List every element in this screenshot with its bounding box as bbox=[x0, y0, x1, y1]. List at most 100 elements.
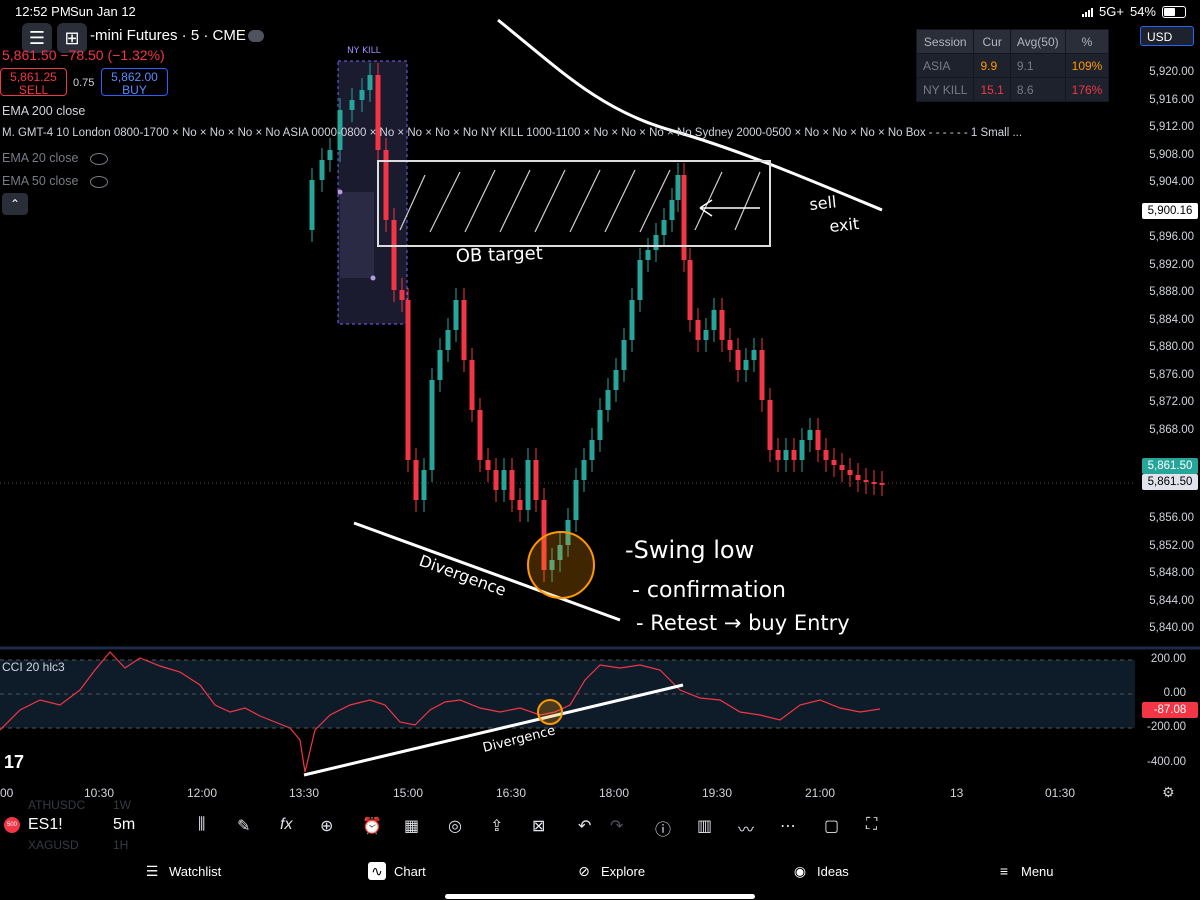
more-icon[interactable]: ⋯ bbox=[780, 816, 796, 840]
price-tick: 5,848.00 bbox=[1149, 567, 1194, 579]
indicator-ema50[interactable]: EMA 50 close bbox=[2, 174, 78, 188]
cci-divergence-annotation: Divergence bbox=[481, 723, 557, 755]
candle-body bbox=[359, 90, 365, 100]
exit-annotation: exit bbox=[828, 214, 860, 236]
table-header: Avg(50) bbox=[1009, 29, 1066, 54]
more-options-icon[interactable] bbox=[248, 30, 264, 42]
indicators-fx-icon[interactable]: fx bbox=[280, 816, 292, 840]
layout-grid-icon[interactable]: ▦ bbox=[404, 816, 419, 840]
marked-price-tag: 5,900.16 bbox=[1142, 203, 1198, 219]
candle-body bbox=[327, 150, 333, 160]
session-avg: 9.1 bbox=[1009, 53, 1066, 78]
ob-target-zone[interactable] bbox=[377, 160, 771, 247]
candle-body bbox=[871, 482, 877, 484]
tab-ideas[interactable]: ◉ Ideas bbox=[791, 856, 849, 886]
candle-body bbox=[629, 300, 635, 340]
candle-body bbox=[653, 235, 659, 250]
cci-indicator-label[interactable]: CCI 20 hlc3 bbox=[2, 660, 65, 674]
candle-body bbox=[517, 500, 523, 510]
candle-body bbox=[847, 470, 853, 475]
session-stats-table: Session Cur Avg(50) % ASIA 9.9 9.1 109% … bbox=[915, 29, 1110, 102]
time-tick: 13:30 bbox=[289, 786, 320, 800]
session-name: ASIA bbox=[915, 53, 975, 78]
cci-tick: -400.00 bbox=[1146, 756, 1186, 768]
buy-label: BUY bbox=[122, 83, 147, 97]
candles-icon[interactable]: ⫼ bbox=[198, 816, 205, 840]
session-pct: 176% bbox=[1064, 77, 1110, 102]
cci-value-tag: -87.08 bbox=[1142, 702, 1198, 718]
candle-body bbox=[533, 460, 539, 500]
sell-button[interactable]: 5,861.25 SELL bbox=[0, 68, 67, 97]
redo-icon[interactable]: ↷ bbox=[610, 816, 623, 840]
fullscreen-icon[interactable]: ⛶ bbox=[866, 816, 877, 840]
time-tick: 15:00 bbox=[393, 786, 424, 800]
ob-target-annotation: OB target bbox=[455, 243, 543, 267]
info-icon[interactable]: ⓘ bbox=[655, 816, 671, 840]
hidden-eye-icon[interactable] bbox=[90, 153, 108, 165]
alert-clock-icon[interactable]: ⏰ bbox=[362, 816, 382, 840]
indicator-ema200[interactable]: EMA 200 close bbox=[2, 104, 85, 118]
price-tick: 5,880.00 bbox=[1149, 341, 1194, 353]
candle-body bbox=[855, 475, 861, 480]
candle-body bbox=[477, 410, 483, 460]
sell-annotation: sell bbox=[808, 192, 837, 214]
collapse-legend-button[interactable]: ⌃ bbox=[2, 193, 28, 215]
price-change: 5,861.50 −78.50 (−1.32%) bbox=[2, 47, 165, 63]
candle-body bbox=[727, 340, 733, 350]
signal-icon bbox=[1082, 7, 1094, 17]
session-name: NY KILL bbox=[915, 77, 975, 102]
square-select-icon[interactable]: ▢ bbox=[824, 816, 839, 840]
candle-body bbox=[429, 380, 435, 470]
candle-body bbox=[589, 440, 595, 460]
time-tick: 21:00 bbox=[805, 786, 836, 800]
tab-label: Ideas bbox=[817, 863, 849, 879]
share-icon[interactable]: ⇪ bbox=[490, 816, 503, 840]
candle-body bbox=[831, 460, 837, 465]
price-tick: 5,872.00 bbox=[1149, 396, 1194, 408]
time-tick: 10:30 bbox=[84, 786, 115, 800]
candle-body bbox=[767, 400, 773, 450]
table-header: Session bbox=[915, 29, 975, 54]
candle-body bbox=[807, 430, 813, 440]
table-header: Cur bbox=[973, 29, 1011, 54]
time-tick: 19:30 bbox=[702, 786, 733, 800]
indicator-ema20[interactable]: EMA 20 close bbox=[2, 151, 78, 165]
candle-body bbox=[735, 350, 741, 370]
bar-chart-icon[interactable]: ▥ bbox=[697, 816, 712, 840]
tab-menu[interactable]: ≡ Menu bbox=[995, 856, 1054, 886]
candle-body bbox=[661, 220, 667, 235]
price-tick: 5,904.00 bbox=[1149, 176, 1194, 188]
time-tick: 16:30 bbox=[496, 786, 527, 800]
hidden-eye-icon[interactable] bbox=[90, 176, 108, 188]
candle-body bbox=[675, 175, 681, 200]
currency-select[interactable]: USD bbox=[1140, 26, 1194, 46]
add-icon[interactable]: ⊕ bbox=[320, 816, 333, 840]
compare-wave-icon[interactable]: 〰 bbox=[738, 816, 754, 840]
tab-explore[interactable]: ⊘ Explore bbox=[575, 856, 645, 886]
candle-body bbox=[613, 370, 619, 390]
undo-icon[interactable]: ↶ bbox=[578, 816, 591, 840]
price-tick: 5,892.00 bbox=[1149, 259, 1194, 271]
tab-watchlist[interactable]: ☰ Watchlist bbox=[143, 856, 222, 886]
candle-body bbox=[711, 310, 717, 330]
settings-icon[interactable]: ⚙ bbox=[1162, 784, 1175, 801]
draw-pencil-icon[interactable]: ✎ bbox=[237, 816, 250, 840]
tab-chart[interactable]: ∿ Chart bbox=[368, 856, 426, 886]
symbol-title[interactable]: -mini Futures · 5 · CME bbox=[90, 27, 246, 44]
confirmation-note: - confirmation bbox=[632, 578, 786, 603]
idea-bulb-icon[interactable]: ◎ bbox=[448, 816, 462, 840]
price-tick: 5,912.00 bbox=[1149, 121, 1194, 133]
candle-body bbox=[703, 330, 709, 340]
candle-body bbox=[573, 480, 579, 520]
status-date: Sun Jan 12 bbox=[70, 4, 136, 19]
swing-low-note: -Swing low bbox=[625, 536, 754, 564]
indicator-sessions[interactable]: M. GMT-4 10 London 0800-1700 × No × No ×… bbox=[2, 127, 1022, 139]
session-avg: 8.6 bbox=[1009, 77, 1066, 102]
clear-drawings-icon[interactable]: ⊠ bbox=[532, 816, 545, 840]
status-indicators: 5G+ 54% bbox=[1082, 4, 1186, 19]
buy-button[interactable]: 5,862.00 BUY bbox=[101, 68, 168, 97]
table-header: % bbox=[1064, 29, 1110, 54]
retest-note: - Retest → buy Entry bbox=[636, 611, 850, 635]
trend-line-drawing[interactable] bbox=[497, 18, 883, 212]
battery-icon bbox=[1162, 5, 1186, 18]
